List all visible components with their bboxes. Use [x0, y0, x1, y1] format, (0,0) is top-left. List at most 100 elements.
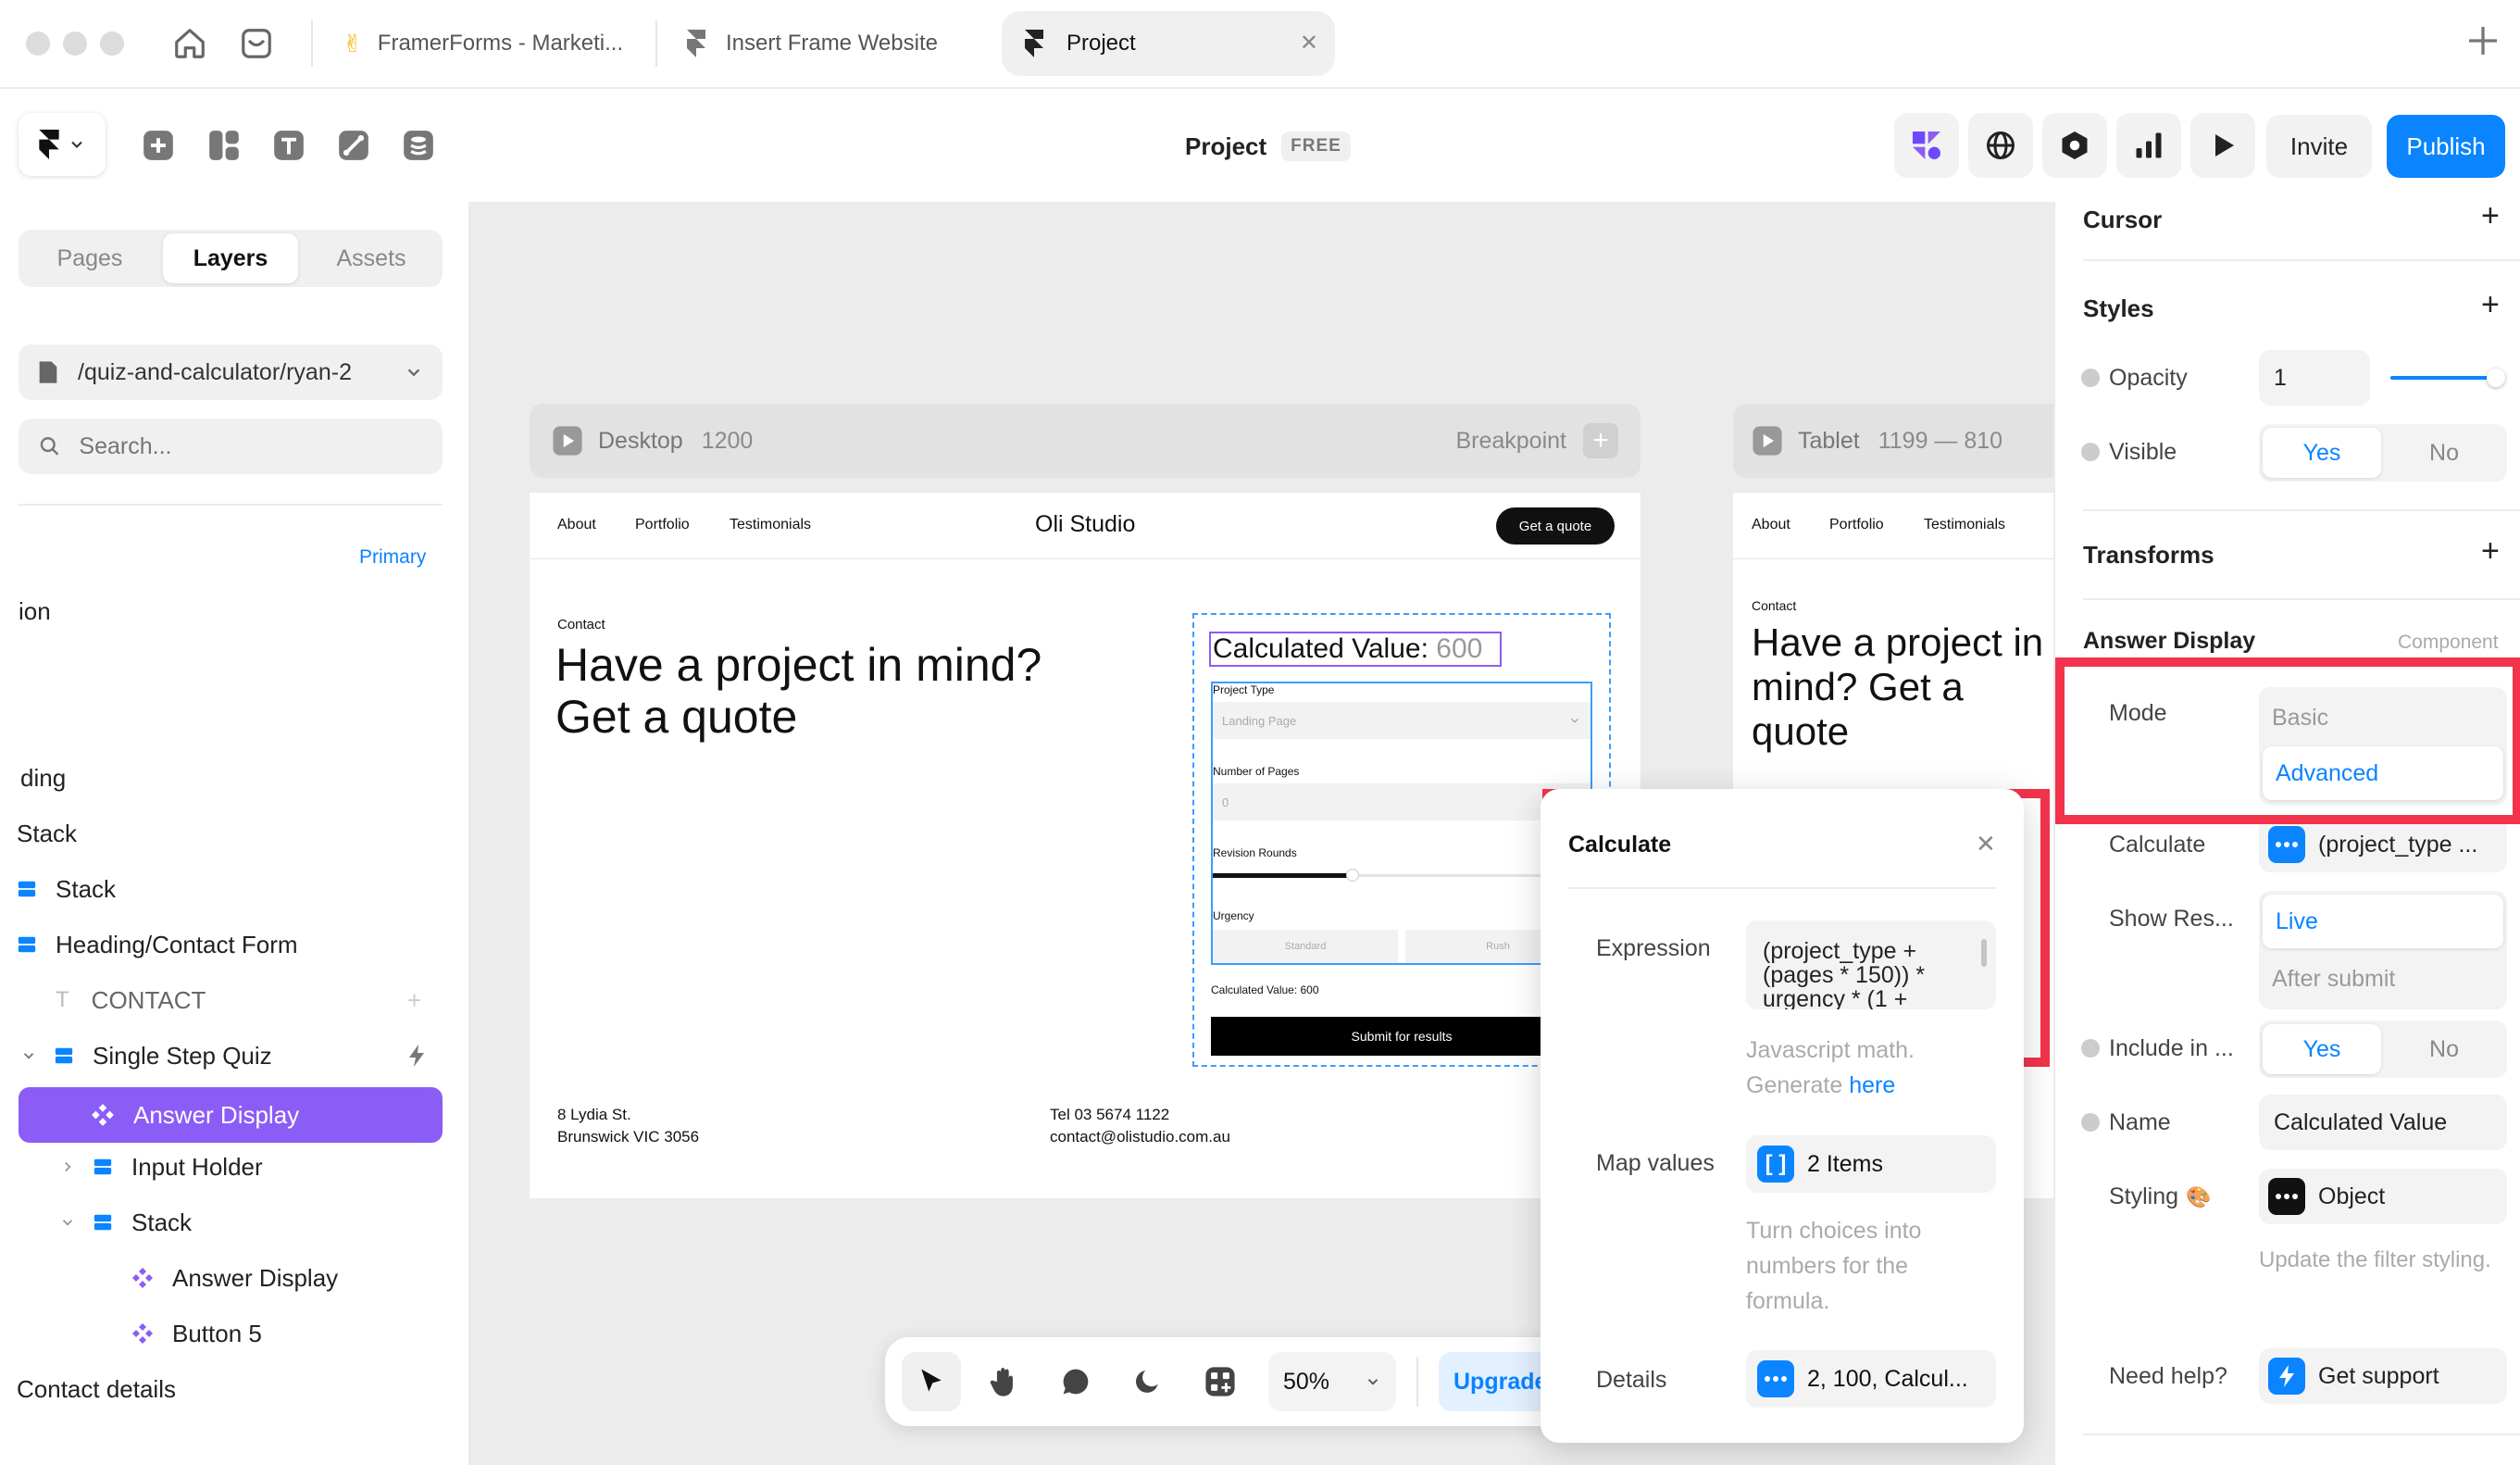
opacity-slider-handle[interactable]: [2487, 369, 2505, 387]
close-icon[interactable]: ✕: [1976, 830, 1996, 858]
layer-item[interactable]: Stack: [0, 806, 470, 861]
layer-item-stack[interactable]: Stack: [0, 861, 470, 917]
calculate-popover[interactable]: Calculate ✕ Expression (project_type + (…: [1541, 789, 2024, 1443]
mode-advanced[interactable]: Advanced: [2263, 746, 2503, 800]
tab-project[interactable]: Project ✕: [1002, 11, 1335, 76]
input-holder[interactable]: Project Type Landing Page Number of Page…: [1211, 682, 1592, 965]
nav-testimonials[interactable]: Testimonials: [1924, 517, 2005, 533]
settings-button[interactable]: [2042, 113, 2107, 178]
tab-assets[interactable]: Assets: [304, 233, 439, 283]
include-yes[interactable]: Yes: [2263, 1024, 2381, 1074]
urgency-standard[interactable]: Standard: [1213, 930, 1398, 963]
desktop-frame-header[interactable]: Desktop 1200 Breakpoint +: [530, 404, 1640, 478]
publish-button[interactable]: Publish: [2387, 115, 2505, 178]
opacity-toggle-icon[interactable]: [2081, 369, 2100, 387]
expression-textarea[interactable]: (project_type + (pages * 150)) * urgency…: [1746, 920, 1996, 1009]
nav-portfolio[interactable]: Portfolio: [1829, 517, 1884, 533]
layer-item-contact[interactable]: T CONTACT +: [0, 972, 470, 1028]
layer-item[interactable]: ding: [0, 750, 470, 806]
layer-item[interactable]: ion: [0, 583, 470, 639]
layout-button[interactable]: [192, 113, 256, 178]
layer-item-answer-display[interactable]: Answer Display: [0, 1250, 470, 1306]
comment-tool[interactable]: [1046, 1352, 1105, 1411]
framer-menu-button[interactable]: [19, 113, 106, 176]
show-live[interactable]: Live: [2263, 895, 2503, 948]
layer-item-single-step-quiz[interactable]: Single Step Quiz: [0, 1028, 470, 1083]
nav-portfolio[interactable]: Portfolio: [635, 517, 690, 533]
close-tab-icon[interactable]: ✕: [1300, 30, 1318, 56]
layers-search[interactable]: [19, 419, 443, 474]
tab-layers[interactable]: Layers: [163, 233, 298, 283]
new-tab-icon[interactable]: [2464, 22, 2501, 59]
breakpoint-label[interactable]: Breakpoint: [1455, 428, 1566, 455]
tab-framerforms[interactable]: ✌ FramerForms - Marketi...: [333, 11, 644, 76]
add-cursor-icon[interactable]: +: [2481, 198, 2500, 234]
search-icon: [40, 437, 59, 456]
preview-button[interactable]: [2190, 113, 2255, 178]
analytics-button[interactable]: [2116, 113, 2181, 178]
upgrade-button[interactable]: Upgrade: [1439, 1352, 1550, 1411]
add-style-icon[interactable]: +: [2481, 287, 2500, 323]
get-quote-button[interactable]: Get a quote: [1496, 507, 1615, 545]
zoom-select[interactable]: 50%: [1268, 1352, 1396, 1411]
submit-button[interactable]: Submit for results: [1211, 1017, 1592, 1056]
show-after-submit[interactable]: After submit: [2259, 952, 2507, 1006]
revision-slider-handle[interactable]: [1346, 869, 1359, 882]
layer-item-answer-display-selected[interactable]: Answer Display: [19, 1087, 443, 1143]
plugins-button[interactable]: [1894, 113, 1959, 178]
include-no[interactable]: No: [2385, 1024, 2503, 1074]
desktop-frame[interactable]: About Portfolio Testimonials Oli Studio …: [530, 493, 1640, 1198]
name-input[interactable]: Calculated Value: [2259, 1095, 2507, 1150]
nav-about[interactable]: About: [1752, 517, 1790, 533]
add-transform-icon[interactable]: +: [2481, 533, 2500, 570]
fit-tool[interactable]: [1191, 1352, 1250, 1411]
dark-mode-toggle[interactable]: [1118, 1352, 1178, 1411]
layer-item-contact-details[interactable]: Contact details: [0, 1361, 470, 1417]
nav-about[interactable]: About: [557, 517, 596, 533]
include-toggle-icon[interactable]: [2081, 1039, 2100, 1058]
vector-button[interactable]: [321, 113, 386, 178]
map-values-hint: Turn choices into numbers for the formul…: [1746, 1218, 1922, 1314]
styling-field[interactable]: Object: [2259, 1169, 2507, 1224]
home-icon[interactable]: [172, 26, 207, 61]
answer-display-value[interactable]: Calculated Value: 600: [1209, 632, 1502, 667]
project-type-select[interactable]: Landing Page: [1213, 702, 1591, 739]
text-button[interactable]: [256, 113, 321, 178]
window-close-button[interactable]: [26, 31, 50, 56]
layer-item-button-5[interactable]: Button 5: [0, 1306, 470, 1361]
tab-insert-frame-website[interactable]: Insert Frame Website: [678, 11, 992, 76]
invite-button[interactable]: Invite: [2266, 115, 2372, 178]
add-icon[interactable]: +: [407, 986, 421, 1015]
pages-input[interactable]: 0: [1213, 783, 1591, 820]
page-selector[interactable]: /quiz-and-calculator/ryan-2: [19, 344, 443, 400]
inbox-icon[interactable]: [239, 26, 274, 61]
details-button[interactable]: 2, 100, Calcul...: [1746, 1350, 1996, 1408]
site-settings-button[interactable]: [1968, 113, 2033, 178]
cms-button[interactable]: [386, 113, 451, 178]
calculate-field[interactable]: (project_type ...: [2259, 817, 2507, 872]
visible-no[interactable]: No: [2385, 428, 2503, 478]
generate-link[interactable]: here: [1849, 1072, 1895, 1098]
tab-pages[interactable]: Pages: [22, 233, 157, 283]
visible-toggle-icon[interactable]: [2081, 443, 2100, 461]
mode-basic[interactable]: Basic: [2259, 691, 2507, 745]
name-toggle-icon[interactable]: [2081, 1113, 2100, 1132]
insert-button[interactable]: [126, 113, 191, 178]
map-values-button[interactable]: [ ] 2 Items: [1746, 1135, 1996, 1193]
hand-tool[interactable]: [974, 1352, 1033, 1411]
layer-item-stack[interactable]: Stack: [0, 1195, 470, 1250]
visible-yes[interactable]: Yes: [2263, 428, 2381, 478]
window-minimize-button[interactable]: [63, 31, 87, 56]
textarea-scrollbar[interactable]: [1981, 939, 1987, 967]
opacity-input[interactable]: 1: [2259, 350, 2370, 406]
window-zoom-button[interactable]: [100, 31, 124, 56]
nav-testimonials[interactable]: Testimonials: [730, 517, 811, 533]
get-support-button[interactable]: Get support: [2259, 1348, 2507, 1404]
search-input[interactable]: [79, 432, 422, 460]
layer-item-input-holder[interactable]: Input Holder: [0, 1139, 470, 1195]
add-breakpoint-icon[interactable]: +: [1583, 423, 1618, 458]
tablet-frame-header[interactable]: Tablet 1199 — 810: [1733, 404, 2053, 478]
layer-item-heading[interactable]: Heading/Contact Form: [0, 917, 470, 972]
select-tool[interactable]: [902, 1352, 961, 1411]
project-title[interactable]: Project FREE: [1185, 128, 1351, 165]
